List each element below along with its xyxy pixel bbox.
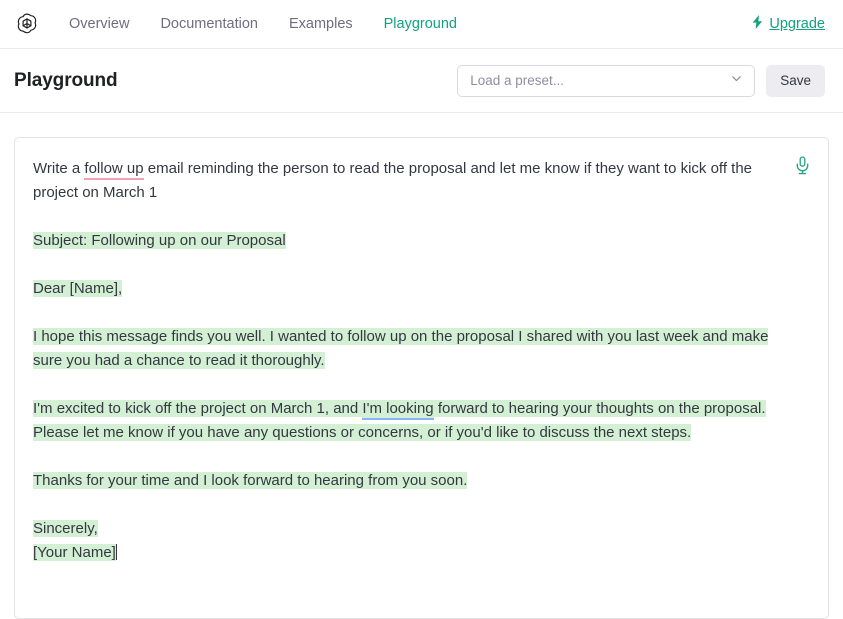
- nav-link-overview[interactable]: Overview: [69, 17, 129, 32]
- openai-logo[interactable]: [12, 9, 42, 39]
- highlighted-signature-line-1: Sincerely,: [33, 520, 98, 537]
- preset-placeholder: Load a preset...: [470, 73, 565, 88]
- page-title: Playground: [14, 69, 118, 91]
- grammar-suggestion-phrase[interactable]: I'm looking: [362, 400, 434, 420]
- highlighted-signature-line-2: [Your Name]: [33, 544, 116, 561]
- completion-closing-thanks: Thanks for your time and I look forward …: [33, 469, 780, 493]
- nav-links: Overview Documentation Examples Playgrou…: [69, 17, 457, 32]
- completion-body-paragraph-1: I hope this message finds you well. I wa…: [33, 325, 780, 373]
- completion-salutation: Dear [Name],: [33, 277, 780, 301]
- highlighted-text-pre: I'm excited to kick off the project on M…: [33, 400, 363, 417]
- nav-link-examples[interactable]: Examples: [289, 17, 353, 32]
- highlighted-text: I hope this message finds you well. I wa…: [33, 328, 769, 369]
- lightning-bolt-icon: [751, 15, 764, 33]
- highlighted-text: Thanks for your time and I look forward …: [33, 472, 468, 489]
- prompt-paragraph: Write a follow up email reminding the pe…: [33, 157, 780, 205]
- save-button[interactable]: Save: [766, 64, 825, 97]
- upgrade-label: Upgrade: [769, 16, 825, 32]
- chevron-down-icon: [730, 72, 743, 90]
- completion-signature: Sincerely, [Your Name]: [33, 517, 780, 565]
- upgrade-button[interactable]: Upgrade: [751, 15, 825, 33]
- top-navbar: Overview Documentation Examples Playgrou…: [0, 0, 843, 49]
- microphone-icon[interactable]: [792, 155, 812, 175]
- playground-editor-card[interactable]: Write a follow up email reminding the pe…: [14, 137, 829, 619]
- highlighted-text: Subject: Following up on our Proposal: [33, 232, 286, 249]
- highlighted-text: Dear [Name],: [33, 280, 123, 297]
- page-header: Playground Load a preset... Save: [0, 49, 843, 113]
- preset-dropdown[interactable]: Load a preset...: [457, 64, 756, 97]
- spellcheck-phrase[interactable]: follow up: [84, 160, 144, 180]
- completion-body-paragraph-2: I'm excited to kick off the project on M…: [33, 397, 780, 445]
- completion-subject-line: Subject: Following up on our Proposal: [33, 229, 780, 253]
- prompt-text-before: Write a: [33, 160, 85, 177]
- text-cursor: [115, 544, 117, 560]
- nav-link-documentation[interactable]: Documentation: [160, 17, 258, 32]
- editor-text-area[interactable]: Write a follow up email reminding the pe…: [15, 138, 828, 565]
- nav-link-playground[interactable]: Playground: [384, 17, 457, 32]
